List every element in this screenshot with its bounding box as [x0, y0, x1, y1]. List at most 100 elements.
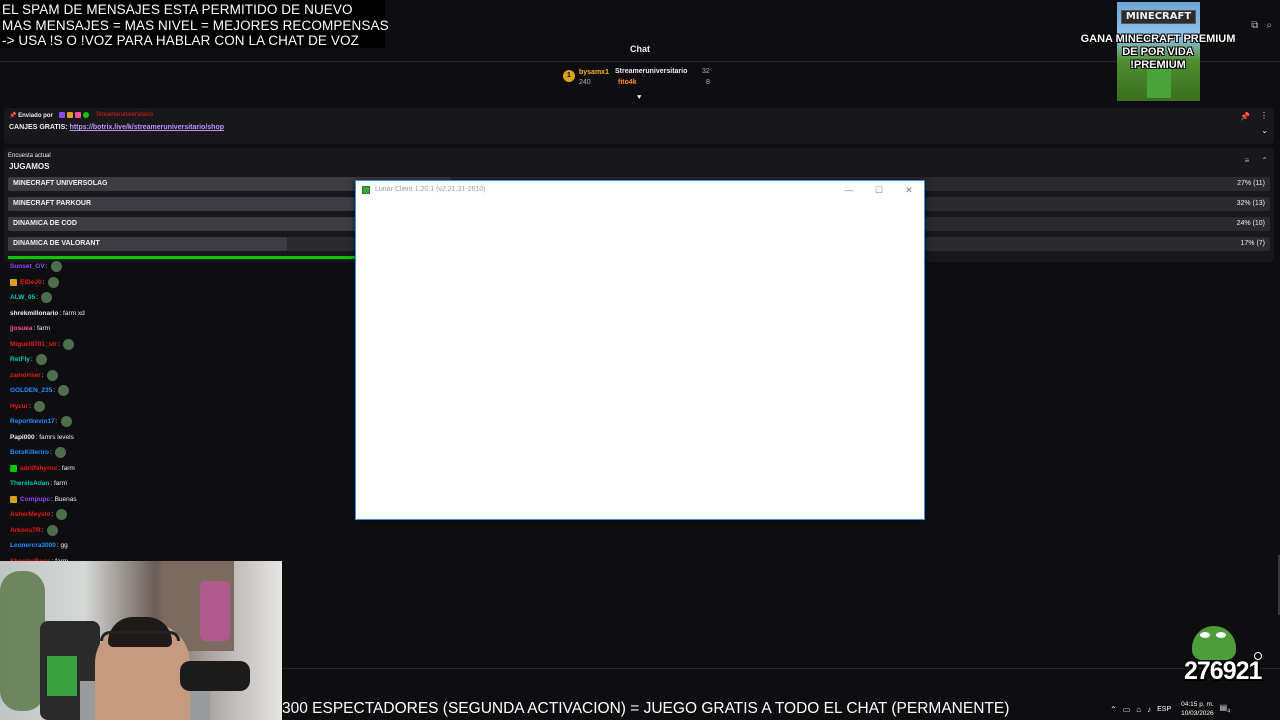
poll-current-label: Encuesta actual — [8, 153, 51, 159]
notification-icon[interactable]: ▤4 — [1220, 703, 1230, 715]
leader-second-name[interactable]: Streameruniversitario — [615, 68, 687, 75]
chat-text: : — [53, 387, 56, 395]
chat-message: adrilfshyrnc: farm — [10, 461, 310, 477]
window-titlebar[interactable]: Lunar Client 1.20.1 (v2.21.31-2610) — ☐ … — [356, 181, 924, 199]
chat-message: Reportkevin17: — [10, 414, 310, 430]
search-icon[interactable]: ⌕ — [1266, 20, 1272, 31]
chat-username[interactable]: Miguel8701_str — [10, 341, 57, 348]
chat-text: : — [41, 526, 44, 534]
poll-option-pct: 24% (10) — [1236, 220, 1265, 227]
poll-option-pct: 27% (11) — [1237, 180, 1265, 187]
chat-text: : farm — [58, 464, 75, 472]
chat-username[interactable]: Reportkevin17 — [10, 418, 55, 425]
pepe-emote-icon — [1192, 626, 1236, 660]
leader-first-name[interactable]: bysamx1 — [579, 69, 609, 76]
badge-icon — [75, 112, 81, 118]
viewer-counter: 276921 — [1184, 657, 1262, 685]
chat-message: zamoriser: — [10, 368, 310, 384]
badge-icon — [59, 112, 65, 118]
chat-username[interactable]: Leonercra3000 — [10, 542, 56, 549]
poll-option-pct: 32% (13) — [1236, 200, 1265, 207]
chat-text: : gg — [56, 542, 68, 550]
chat-text: : farm xd — [59, 309, 85, 317]
more-vertical-icon[interactable]: ⋮ — [1260, 111, 1268, 120]
chat-message: Sunset_GV: — [10, 259, 310, 275]
emote-icon — [46, 369, 58, 381]
pinned-sender[interactable]: Streameruniversitario — [96, 112, 153, 118]
shop-link[interactable]: https://botrix.live/k/streameruniversita… — [70, 124, 224, 131]
poll-menu-icon[interactable]: ≡ — [1245, 156, 1250, 165]
headset — [100, 631, 180, 641]
webcam-feed — [0, 561, 282, 720]
popout-icon[interactable]: ⧉ — [1251, 20, 1258, 31]
chat-username[interactable]: Sunset_GV — [10, 263, 45, 270]
chat-message: Hyzur: — [10, 399, 310, 415]
leader-third-name[interactable]: fito4k — [618, 79, 637, 86]
pinned-message: 📌 Enviado por Streameruniversitario CANJ… — [4, 108, 1274, 144]
chat-header-icons: ⧉ ⌕ — [1251, 20, 1272, 31]
chat-message: BotsKilleriro: — [10, 445, 310, 461]
chat-username[interactable]: Papi000 — [10, 434, 35, 441]
chat-username[interactable]: RetFly — [10, 356, 30, 363]
chat-username[interactable]: ElDeJ0 — [20, 279, 42, 286]
emote-icon — [46, 524, 58, 536]
chat-username[interactable]: ThereIsAdan — [10, 480, 49, 487]
poll-option-label: MINECRAFT UNIVERSOLAG — [13, 180, 108, 187]
chat-text: : famrs levels — [35, 433, 74, 441]
window-title: Lunar Client 1.20.1 (v2.21.31-2610) — [375, 186, 486, 193]
chat-message: Compupc: Buenas — [10, 492, 310, 508]
chat-username[interactable]: BotsKilleriro — [10, 449, 49, 456]
language-indicator[interactable]: ESP — [1157, 706, 1171, 713]
pinned-badges — [59, 112, 89, 118]
promo-line: DE POR VIDA — [1122, 46, 1194, 58]
emote-icon — [50, 261, 62, 273]
clock[interactable]: 04:15 p. m. 10/03/2026 — [1181, 700, 1214, 718]
leader-first-count: 240 — [579, 79, 591, 86]
emote-icon — [35, 354, 47, 366]
poll-option-pct: 17% (7) — [1240, 240, 1265, 247]
chat-username[interactable]: AsherMeyslo — [10, 511, 50, 518]
chat-username[interactable]: Arkoos7R — [10, 527, 41, 534]
chat-username[interactable]: adrilfshyrnc — [20, 465, 57, 472]
volume-icon[interactable]: ♪ — [1147, 705, 1151, 714]
promo-line: !PREMIUM — [1130, 59, 1186, 71]
verified-icon — [83, 112, 89, 118]
lunar-client-window[interactable]: Lunar Client 1.20.1 (v2.21.31-2610) — ☐ … — [355, 180, 925, 520]
chat-message: Miguel8701_str: — [10, 337, 310, 353]
chevron-up-icon[interactable]: ⌃ — [1261, 156, 1268, 165]
chat-username[interactable]: shrekmillonario — [10, 310, 58, 317]
chat-username[interactable]: jjosuea — [10, 325, 32, 332]
network-icon[interactable]: ⌂ — [1136, 705, 1141, 714]
clock-date: 10/03/2026 — [1181, 710, 1214, 717]
maximize-button[interactable]: ☐ — [864, 183, 894, 197]
minimize-button[interactable]: — — [834, 183, 864, 197]
chat-username[interactable]: Compupc — [20, 496, 50, 503]
emote-icon — [56, 509, 68, 521]
minecraft-logo: MINECRAFT — [1121, 10, 1196, 24]
promo-line: GANA MINECRAFT PREMIUM — [1080, 33, 1236, 45]
lunar-client-icon — [362, 186, 370, 194]
emote-icon — [58, 385, 70, 397]
chat-text: : farm — [33, 325, 51, 333]
chevron-up-icon[interactable]: ⌃ — [1110, 705, 1117, 714]
display-icon[interactable]: ▭ — [1123, 705, 1131, 714]
stream-screen: Chat ⧉ ⌕ EL SPAM DE MENSAJES ESTA PERMIT… — [0, 0, 1280, 720]
rank-badge: 1 — [563, 70, 575, 82]
chat-username[interactable]: zamoriser — [10, 372, 41, 379]
pin-icon[interactable]: 📌 — [1240, 112, 1250, 121]
chat-text: : Buenas — [50, 495, 77, 503]
chat-username[interactable]: GOLDEN_235 — [10, 387, 52, 394]
chat-message: Leonercra3000: gg — [10, 538, 310, 554]
poll-title: JUGAMOS — [9, 162, 50, 171]
close-button[interactable]: ✕ — [894, 183, 924, 197]
emote-icon — [60, 416, 72, 428]
chat-username[interactable]: Hyzur — [10, 403, 28, 410]
chat-username[interactable]: ALW_05 — [10, 294, 35, 301]
chat-text: : — [42, 278, 45, 286]
emote-icon — [33, 400, 45, 412]
emote-icon — [62, 338, 74, 350]
creeper-plush — [47, 656, 77, 696]
pinned-sent-by: 📌 Enviado por — [9, 113, 53, 119]
chevron-down-icon[interactable]: ⌄ — [1261, 126, 1268, 135]
expand-down-icon[interactable]: ⯆ — [636, 93, 642, 103]
